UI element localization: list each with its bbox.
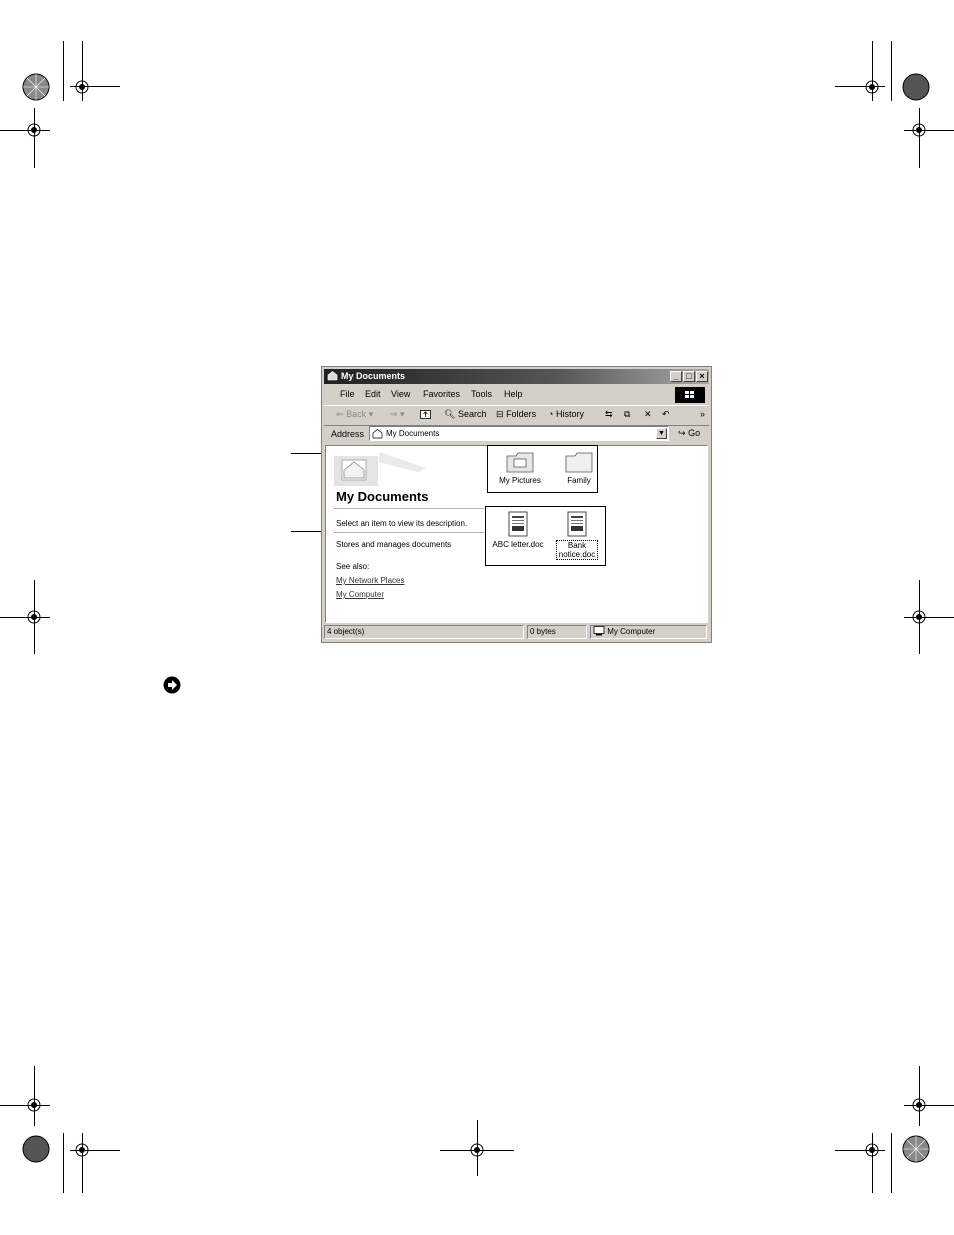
folders-icon: ⊟ xyxy=(496,409,504,419)
address-dropdown-icon[interactable]: ▼ xyxy=(656,428,667,439)
callout-box-folders xyxy=(487,445,598,493)
menu-file[interactable]: File xyxy=(340,389,355,399)
my-computer-icon xyxy=(593,626,605,636)
standard-toolbar: ⇐ Back ▾ ⇒ ▾ 🔍︎ Search ⊟ Folders ◔ Histo… xyxy=(324,405,709,426)
folders-button[interactable]: ⊟ Folders xyxy=(496,409,536,420)
copy-to-icon[interactable]: ⧉ xyxy=(624,409,630,420)
panel-title: My Documents xyxy=(336,489,429,504)
forward-button[interactable]: ⇒ ▾ xyxy=(390,409,405,420)
history-icon: ◔ xyxy=(548,409,554,419)
status-zone: My Computer xyxy=(590,625,707,639)
folder-header-graphic-icon xyxy=(334,452,426,486)
undo-icon[interactable]: ↶ xyxy=(662,409,670,420)
window-title: My Documents xyxy=(341,371,406,381)
address-input[interactable]: My Documents ▼ xyxy=(369,426,669,441)
menu-tools[interactable]: Tools xyxy=(471,389,492,399)
search-button[interactable]: 🔍︎ Search xyxy=(444,409,486,420)
explorer-window: My Documents _ □ × File Edit View Favori… xyxy=(321,366,712,643)
address-bar: Address My Documents ▼ ↪ Go xyxy=(324,425,709,443)
menu-bar: File Edit View Favorites Tools Help xyxy=(324,386,709,404)
my-documents-icon xyxy=(372,429,383,439)
select-prompt: Select an item to view its description. xyxy=(336,519,468,528)
minimize-button[interactable]: _ xyxy=(670,371,682,382)
address-value: My Documents xyxy=(386,429,440,438)
menu-edit[interactable]: Edit xyxy=(365,389,381,399)
my-computer-link[interactable]: My Computer xyxy=(336,590,384,599)
menu-help[interactable]: Help xyxy=(504,389,523,399)
address-label: Address xyxy=(331,429,365,439)
go-button[interactable]: ↪ Go xyxy=(678,428,700,439)
status-object-count: 4 object(s) xyxy=(324,625,524,639)
registration-rosette-icon xyxy=(22,1135,50,1163)
go-arrow-icon: ↪ xyxy=(678,428,686,438)
registration-rosette-icon xyxy=(902,73,930,101)
registration-rosette-icon xyxy=(22,73,50,101)
up-folder-icon xyxy=(420,410,431,419)
delete-icon[interactable]: ✕ xyxy=(644,409,652,420)
see-also-label: See also: xyxy=(336,562,370,571)
forward-arrow-icon: ⇒ xyxy=(390,409,398,419)
close-button[interactable]: × xyxy=(696,371,708,382)
move-to-icon[interactable]: ⇆ xyxy=(605,409,613,420)
search-icon: 🔍︎ xyxy=(444,409,456,419)
up-folder-button[interactable] xyxy=(420,409,431,421)
title-bar[interactable]: My Documents _ □ × xyxy=(324,369,709,384)
registration-rosette-icon xyxy=(902,1135,930,1163)
folder-description: Stores and manages documents xyxy=(336,540,452,549)
callout-box-documents xyxy=(485,506,606,566)
windows-logo-icon xyxy=(675,387,705,403)
arrow-bullet-icon xyxy=(163,676,181,694)
menu-favorites[interactable]: Favorites xyxy=(423,389,460,399)
back-arrow-icon: ⇐ xyxy=(336,409,344,419)
back-button[interactable]: ⇐ Back ▾ xyxy=(336,409,373,420)
status-bar: 4 object(s) 0 bytes My Computer xyxy=(324,625,709,640)
maximize-button[interactable]: □ xyxy=(683,371,695,382)
my-network-places-link[interactable]: My Network Places xyxy=(336,576,404,585)
history-button[interactable]: ◔ History xyxy=(548,409,584,419)
toolbar-overflow-button[interactable]: » xyxy=(700,409,705,419)
menu-view[interactable]: View xyxy=(391,389,410,399)
status-size: 0 bytes xyxy=(527,625,587,639)
folder-home-icon xyxy=(327,371,338,381)
